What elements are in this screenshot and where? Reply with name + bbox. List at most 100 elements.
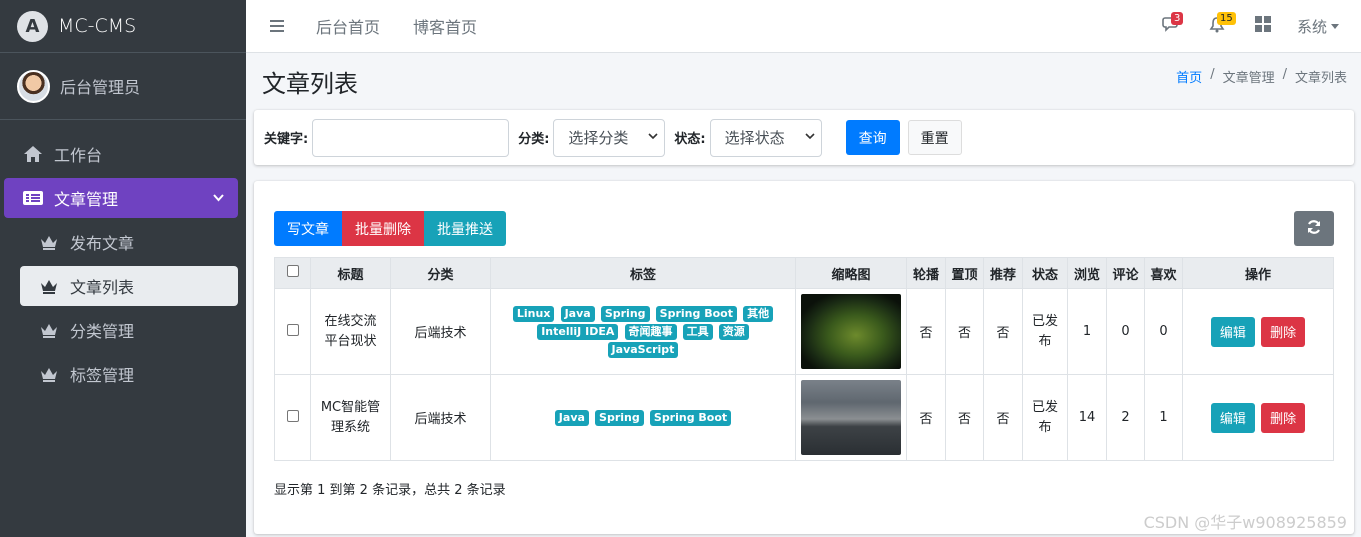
sidebar-item-publish-article[interactable]: 发布文章 <box>20 222 238 262</box>
sidebar-item-category-management[interactable]: 分类管理 <box>20 310 238 350</box>
row-checkbox[interactable] <box>286 323 299 336</box>
page-title: 文章列表 <box>262 70 358 98</box>
sidebar-item-label: 文章列表 <box>70 278 135 297</box>
nav-link-blog-home[interactable]: 博客首页 <box>413 14 477 38</box>
brand-logo: A <box>17 10 48 42</box>
tag-badge: 资源 <box>718 323 749 340</box>
breadcrumb-home[interactable]: 首页 <box>1176 67 1202 86</box>
row-views: 14 <box>1067 374 1107 461</box>
tag-badge: 奇闻趣事 <box>624 323 677 340</box>
col-status[interactable]: 状态 <box>1022 257 1068 289</box>
row-top: 否 <box>945 288 984 375</box>
row-tags: Linux Java Spring Spring Boot 其他 Intelli… <box>490 288 796 375</box>
delete-button[interactable]: 删除 <box>1261 316 1306 347</box>
sidebar-item-article-management[interactable]: 文章管理 <box>4 178 238 218</box>
sidebar-item-label: 工作台 <box>54 146 103 165</box>
brand-link[interactable]: A MC-CMS <box>0 0 246 53</box>
edit-button[interactable]: 编辑 <box>1210 316 1255 347</box>
col-comments[interactable]: 评论 <box>1106 257 1145 289</box>
avatar <box>17 69 50 103</box>
col-top[interactable]: 置顶 <box>945 257 984 289</box>
crown-icon <box>38 278 60 294</box>
row-recommend: 否 <box>983 374 1023 461</box>
category-select[interactable]: 选择分类 <box>553 118 666 157</box>
row-category: 后端技术 <box>390 288 491 375</box>
crown-icon <box>38 234 60 250</box>
nav-link-admin-home[interactable]: 后台首页 <box>316 14 380 38</box>
edit-button[interactable]: 编辑 <box>1210 402 1255 433</box>
row-carousel: 否 <box>906 288 946 375</box>
refresh-icon <box>1306 219 1322 239</box>
table-toolbar: 写文章 批量删除 批量推送 <box>274 211 506 246</box>
sidebar-item-tag-management[interactable]: 标签管理 <box>20 354 238 394</box>
status-select[interactable]: 选择状态 <box>709 118 822 157</box>
user-name: 后台管理员 <box>60 78 141 97</box>
article-list-card: 写文章 批量删除 批量推送 标题 分类 标签 缩略图 轮播 置顶 推荐 状态 浏… <box>254 181 1354 534</box>
row-top: 否 <box>945 374 984 461</box>
notifications-button[interactable]: 15 <box>1205 12 1236 38</box>
reset-button[interactable]: 重置 <box>907 120 962 155</box>
chevron-down-icon <box>648 132 658 143</box>
sidebar-item-label: 标签管理 <box>70 366 135 385</box>
select-all-checkbox[interactable] <box>286 265 299 277</box>
batch-push-button[interactable]: 批量推送 <box>424 211 506 246</box>
search-card: 关键字: 分类: 选择分类 状态: 选择状态 查询 重置 <box>254 110 1354 165</box>
batch-delete-button[interactable]: 批量删除 <box>342 211 424 246</box>
sidebar-item-article-list[interactable]: 文章列表 <box>20 266 238 306</box>
notifications-badge: 15 <box>1216 12 1236 25</box>
thumbnail-image[interactable] <box>801 380 901 455</box>
category-select-value: 选择分类 <box>568 129 629 147</box>
row-actions: 编辑 删除 <box>1182 374 1334 461</box>
col-category[interactable]: 分类 <box>390 257 491 289</box>
breadcrumb-article-list: 文章列表 <box>1294 71 1347 86</box>
sidebar: A MC-CMS 后台管理员 工作台 文章管理 发布文章 文章列表 分类管理 标… <box>0 0 246 537</box>
tag-badge: 工具 <box>682 323 713 340</box>
tag-badge: Spring <box>595 409 644 426</box>
refresh-button[interactable] <box>1294 211 1334 246</box>
sidebar-item-dashboard[interactable]: 工作台 <box>4 134 238 174</box>
delete-button[interactable]: 删除 <box>1261 402 1306 433</box>
row-status: 已发布 <box>1022 288 1068 375</box>
thumbnail-image[interactable] <box>801 294 901 369</box>
row-comments: 0 <box>1106 288 1145 375</box>
col-views[interactable]: 浏览 <box>1067 257 1107 289</box>
category-label: 分类: <box>518 132 550 147</box>
tag-badge: Spring Boot <box>649 409 732 426</box>
home-icon <box>22 145 44 163</box>
menu-toggle-icon[interactable] <box>270 17 284 35</box>
col-title[interactable]: 标题 <box>310 257 391 289</box>
row-status: 已发布 <box>1022 374 1068 461</box>
col-carousel[interactable]: 轮播 <box>906 257 946 289</box>
keyword-input[interactable] <box>312 118 510 157</box>
article-table: 标题 分类 标签 缩略图 轮播 置顶 推荐 状态 浏览 评论 喜欢 操作 在线交… <box>274 257 1334 461</box>
messages-button[interactable]: 3 <box>1159 12 1184 38</box>
system-label: 系统 <box>1296 17 1327 36</box>
col-thumbnail[interactable]: 缩略图 <box>795 257 907 289</box>
row-views: 1 <box>1067 288 1107 375</box>
messages-badge: 3 <box>1170 12 1184 25</box>
row-category: 后端技术 <box>390 374 491 461</box>
row-title: 在线交流平台现状 <box>310 288 391 375</box>
row-title: MC智能管理系统 <box>310 374 391 461</box>
sidebar-item-label: 分类管理 <box>70 322 135 341</box>
tag-badge: JavaScript <box>607 341 679 358</box>
row-recommend: 否 <box>983 288 1023 375</box>
user-panel[interactable]: 后台管理员 <box>0 53 246 120</box>
row-thumbnail <box>795 374 907 461</box>
tag-badge: Spring <box>600 305 650 322</box>
col-likes[interactable]: 喜欢 <box>1144 257 1183 289</box>
apps-button[interactable] <box>1251 14 1275 38</box>
watermark: CSDN @华子w908925859 <box>1143 513 1347 532</box>
brand-name: MC-CMS <box>58 15 137 37</box>
system-dropdown[interactable]: 系统 <box>1297 16 1339 37</box>
col-recommend[interactable]: 推荐 <box>983 257 1023 289</box>
col-tags[interactable]: 标签 <box>490 257 796 289</box>
table-row: MC智能管理系统 后端技术 Java Spring Spring Boot 否 … <box>274 374 1334 461</box>
query-button[interactable]: 查询 <box>845 120 900 155</box>
row-checkbox[interactable] <box>286 409 299 422</box>
write-article-button[interactable]: 写文章 <box>274 211 342 246</box>
row-actions: 编辑 删除 <box>1182 288 1334 375</box>
status-label: 状态: <box>674 132 706 147</box>
pagination-summary: 显示第 1 到第 2 条记录，总共 2 条记录 <box>274 483 506 498</box>
row-likes: 1 <box>1144 374 1183 461</box>
